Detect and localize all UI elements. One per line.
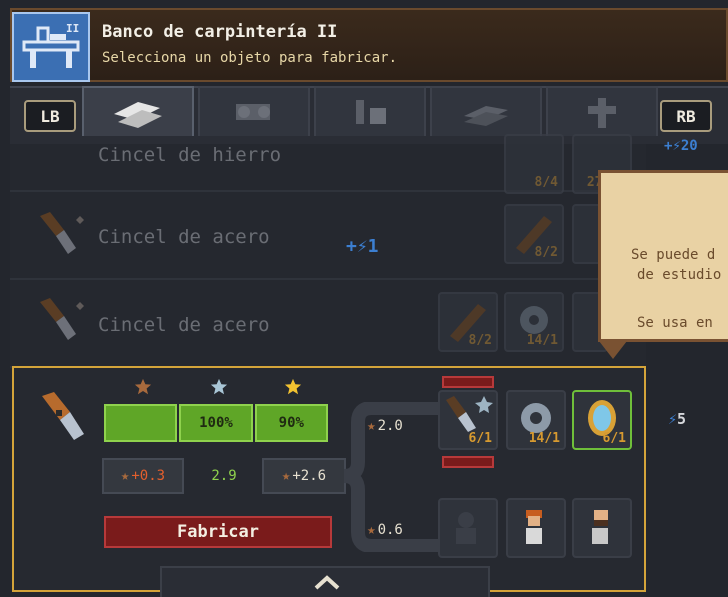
- worker-slot-empty[interactable]: [438, 498, 498, 558]
- window-subtitle: Selecciona un objeto para fabricar.: [102, 50, 398, 66]
- workbench-icon: II: [12, 12, 90, 82]
- quality-down-button[interactable]: [442, 456, 494, 468]
- material-slot-lens[interactable]: 6/1: [572, 390, 632, 450]
- branch-top-value-wrap: ★ 2.0: [356, 408, 414, 444]
- lb-button[interactable]: LB: [24, 100, 76, 132]
- recipe-row[interactable]: Cincel de acero 8/2 14/1: [10, 282, 646, 368]
- bonus-center: 2.9: [211, 468, 237, 484]
- recipe-name: Cincel de hierro: [98, 144, 282, 166]
- tab-lumber[interactable]: [430, 86, 542, 136]
- recipe-row[interactable]: Cincel de hierro 8/4 279/2: [10, 134, 646, 194]
- energy-cost: ⚡5: [668, 410, 686, 428]
- star-bronze-icon: [134, 378, 152, 395]
- worker-avatar-icon: [526, 510, 542, 544]
- tier-bonus: +⚡1: [346, 236, 379, 257]
- material-slot-chisel[interactable]: 6/1: [438, 390, 498, 450]
- bonus-left: ★ +0.3: [102, 458, 184, 494]
- selected-recipe-panel[interactable]: 100% 90% ★ +0.3 2.9 ★ +2.6 Fabricar ★ 2.…: [12, 366, 646, 592]
- chisel-icon: [40, 298, 84, 340]
- tab-cross[interactable]: [546, 86, 658, 136]
- tab-machine-parts[interactable]: [198, 86, 310, 136]
- quality-up-button[interactable]: [442, 376, 494, 388]
- tab-planks[interactable]: [82, 86, 194, 136]
- worker-slot-redhead[interactable]: [506, 498, 566, 558]
- planks-icon: [114, 102, 162, 128]
- expand-tab[interactable]: [160, 566, 490, 597]
- material-slot: 14/1: [504, 292, 564, 352]
- worker-avatar-icon: [592, 510, 608, 544]
- material-slot: 8/4: [504, 134, 564, 194]
- branch-bottom-value: 0.6: [377, 522, 403, 538]
- window-title: Banco de carpintería II: [102, 22, 338, 42]
- star-bronze-icon: ★: [120, 468, 130, 484]
- chevron-up-icon: [314, 575, 340, 590]
- material-qty: 8/2: [468, 333, 492, 348]
- star-bronze-icon: ★: [367, 522, 376, 538]
- material-slot-gear[interactable]: 14/1: [506, 390, 566, 450]
- bonus-right: ★ +2.6: [262, 458, 346, 494]
- energy-value: +⚡20: [664, 138, 698, 154]
- material-slot: 8/2: [504, 204, 564, 264]
- material-qty: 14/1: [528, 431, 560, 446]
- lightning-icon: ⚡: [668, 410, 678, 428]
- tooltip: Se puede d de estudio Se usa en: [598, 170, 728, 359]
- vase-cup-icon: [356, 100, 386, 124]
- recipe-name: Cincel de acero: [98, 226, 270, 248]
- recipe-name: Cincel de acero: [98, 314, 270, 336]
- tier-mark: II: [66, 22, 79, 35]
- star-gold-icon: [284, 378, 302, 395]
- tooltip-tail: [599, 341, 627, 359]
- worker-slot-bearded[interactable]: [572, 498, 632, 558]
- chisel-icon: [42, 392, 84, 440]
- branch-bottom-value-wrap: ★ 0.6: [356, 512, 414, 548]
- recipe-row[interactable]: Cincel de acero 8/2: [10, 194, 646, 280]
- quality-bar: 100% 90%: [104, 404, 328, 442]
- chisel-icon: [40, 212, 84, 254]
- tooltip-line: Se usa en: [637, 315, 713, 331]
- star-silver-icon: [210, 378, 228, 395]
- material-qty: 6/1: [602, 431, 626, 446]
- bonus-left-value: +0.3: [131, 468, 166, 484]
- star-bronze-icon: ★: [367, 418, 376, 434]
- material-slot: 8/2: [438, 292, 498, 352]
- tab-vases[interactable]: [314, 86, 426, 136]
- star-bronze-icon: ★: [281, 468, 291, 484]
- material-qty: 14/1: [526, 333, 558, 348]
- craft-button[interactable]: Fabricar: [104, 516, 332, 548]
- machine-parts-icon: [236, 104, 270, 120]
- tooltip-line: Se puede d: [631, 247, 716, 263]
- window-header: [10, 8, 728, 82]
- bonus-right-value: +2.6: [292, 468, 327, 484]
- quality-segment-bronze: [104, 404, 178, 442]
- material-qty: 8/2: [534, 245, 558, 260]
- quality-segment-silver: 100%: [179, 404, 253, 442]
- crafting-window: II Banco de carpintería II Selecciona un…: [0, 0, 728, 597]
- material-qty: 6/1: [468, 431, 492, 446]
- worker-silhouette-icon: [456, 512, 476, 544]
- tooltip-line: de estudio: [637, 267, 722, 283]
- cross-icon: [588, 98, 616, 128]
- material-qty: 8/4: [534, 175, 558, 190]
- energy-value: 5: [677, 410, 687, 428]
- branch-top-value: 2.0: [377, 418, 403, 434]
- rb-button[interactable]: RB: [660, 100, 712, 132]
- quality-segment-gold: 90%: [254, 404, 328, 442]
- lumber-icon: [464, 106, 508, 126]
